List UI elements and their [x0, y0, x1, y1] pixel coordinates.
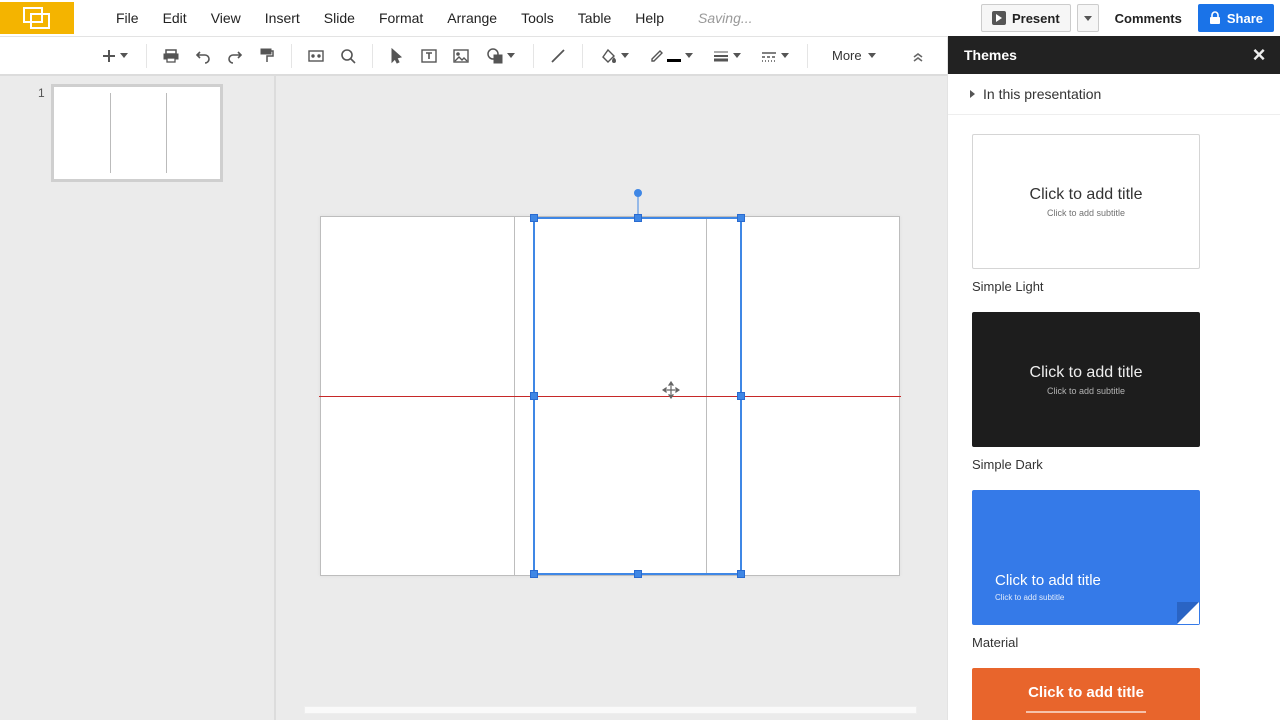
move-cursor-icon: [662, 381, 680, 399]
resize-handle-mr[interactable]: [737, 392, 745, 400]
theme-card-simple-dark[interactable]: Click to add title Click to add subtitle: [972, 312, 1200, 447]
chevron-down-icon: [1084, 16, 1092, 21]
filmstrip-thumbnail[interactable]: [51, 84, 223, 182]
saving-status: Saving...: [698, 10, 752, 26]
menu-insert[interactable]: Insert: [253, 0, 312, 36]
theme-preview-title: Click to add title: [995, 572, 1101, 589]
themes-section-label: In this presentation: [983, 86, 1101, 102]
line-color-swatch: [667, 59, 681, 62]
workspace: 1: [0, 74, 947, 720]
image-tool[interactable]: [447, 42, 475, 70]
print-button[interactable]: [157, 42, 185, 70]
resize-handle-bm[interactable]: [634, 570, 642, 578]
menu-edit[interactable]: Edit: [151, 0, 199, 36]
material-fold-icon: [1177, 602, 1199, 624]
share-button[interactable]: Share: [1198, 4, 1274, 32]
theme-preview-underline: [1026, 711, 1146, 713]
themes-panel: Themes × In this presentation Click to a…: [947, 36, 1280, 720]
select-tool[interactable]: [383, 42, 411, 70]
new-slide-button[interactable]: [94, 42, 136, 70]
lock-icon: [1209, 11, 1221, 25]
canvas-area[interactable]: [274, 74, 947, 720]
menu-slide[interactable]: Slide: [312, 0, 367, 36]
themes-header: Themes ×: [948, 36, 1280, 74]
app-logo[interactable]: [0, 2, 74, 34]
theme-name-simple-light: Simple Light: [972, 279, 1256, 294]
present-dropdown[interactable]: [1077, 4, 1099, 32]
toolbar-more-label: More: [832, 48, 862, 63]
theme-preview-subtitle: Click to add subtitle: [1047, 386, 1125, 396]
app-header: File Edit View Insert Slide Format Arran…: [0, 0, 1280, 36]
menu-file[interactable]: File: [104, 0, 151, 36]
chevron-down-icon: [120, 53, 128, 58]
resize-handle-bl[interactable]: [530, 570, 538, 578]
redo-button[interactable]: [221, 42, 249, 70]
theme-card-material[interactable]: Click to add title Click to add subtitle: [972, 490, 1200, 625]
themes-section[interactable]: In this presentation: [948, 74, 1280, 115]
theme-preview-subtitle: Click to add subtitle: [1047, 208, 1125, 218]
menu-arrange[interactable]: Arrange: [435, 0, 509, 36]
theme-preview-title: Click to add title: [1028, 684, 1144, 701]
share-label: Share: [1227, 11, 1263, 26]
menu-help[interactable]: Help: [623, 0, 676, 36]
theme-preview-subtitle: Click to add subtitle: [995, 593, 1064, 602]
themes-list: Click to add title Click to add subtitle…: [948, 120, 1280, 720]
chevron-down-icon: [733, 53, 741, 58]
chevron-down-icon: [507, 53, 515, 58]
zoom-fit-button[interactable]: [302, 42, 330, 70]
theme-card-orange[interactable]: Click to add title: [972, 668, 1200, 720]
chevron-down-icon: [781, 53, 789, 58]
theme-name-material: Material: [972, 635, 1256, 650]
toolbar-collapse[interactable]: [906, 44, 930, 68]
close-icon: ×: [1253, 42, 1266, 68]
textbox-tool[interactable]: [415, 42, 443, 70]
undo-button[interactable]: [189, 42, 217, 70]
line-tool[interactable]: [544, 42, 572, 70]
header-actions: Present Comments Share: [981, 0, 1274, 36]
menu-table[interactable]: Table: [566, 0, 623, 36]
themes-close-button[interactable]: ×: [1248, 44, 1270, 66]
play-icon: [992, 11, 1006, 25]
paint-format-button[interactable]: [253, 42, 281, 70]
fill-color-button[interactable]: [593, 42, 637, 70]
chevron-down-icon: [685, 53, 693, 58]
themes-title: Themes: [964, 47, 1017, 63]
theme-preview-title: Click to add title: [1030, 186, 1143, 204]
menu-format[interactable]: Format: [367, 0, 435, 36]
theme-preview-title: Click to add title: [1030, 364, 1143, 382]
caret-right-icon: [970, 90, 975, 98]
zoom-button[interactable]: [334, 42, 362, 70]
selected-shape[interactable]: [533, 217, 742, 575]
shape-tool[interactable]: [479, 42, 523, 70]
theme-card-simple-light[interactable]: Click to add title Click to add subtitle: [972, 134, 1200, 269]
resize-handle-tr[interactable]: [737, 214, 745, 222]
menu-bar: File Edit View Insert Slide Format Arran…: [104, 0, 753, 36]
present-label: Present: [1012, 11, 1060, 26]
menu-tools[interactable]: Tools: [509, 0, 566, 36]
canvas-bottom-strip: [304, 706, 917, 714]
resize-handle-br[interactable]: [737, 570, 745, 578]
menu-view[interactable]: View: [199, 0, 253, 36]
filmstrip-slide-1[interactable]: 1: [38, 84, 223, 182]
line-weight-button[interactable]: [705, 42, 749, 70]
comments-button[interactable]: Comments: [1105, 4, 1192, 32]
line-dash-button[interactable]: [753, 42, 797, 70]
filmstrip-panel: 1: [0, 74, 274, 720]
resize-handle-ml[interactable]: [530, 392, 538, 400]
filmstrip-number: 1: [38, 84, 45, 182]
toolbar-more[interactable]: More: [832, 48, 876, 63]
rotation-handle[interactable]: [634, 189, 642, 197]
resize-handle-tl[interactable]: [530, 214, 538, 222]
chevron-down-icon: [621, 53, 629, 58]
present-button[interactable]: Present: [981, 4, 1071, 32]
resize-handle-tm[interactable]: [634, 214, 642, 222]
theme-name-simple-dark: Simple Dark: [972, 457, 1256, 472]
line-color-button[interactable]: [641, 42, 701, 70]
chevron-down-icon: [868, 53, 876, 58]
